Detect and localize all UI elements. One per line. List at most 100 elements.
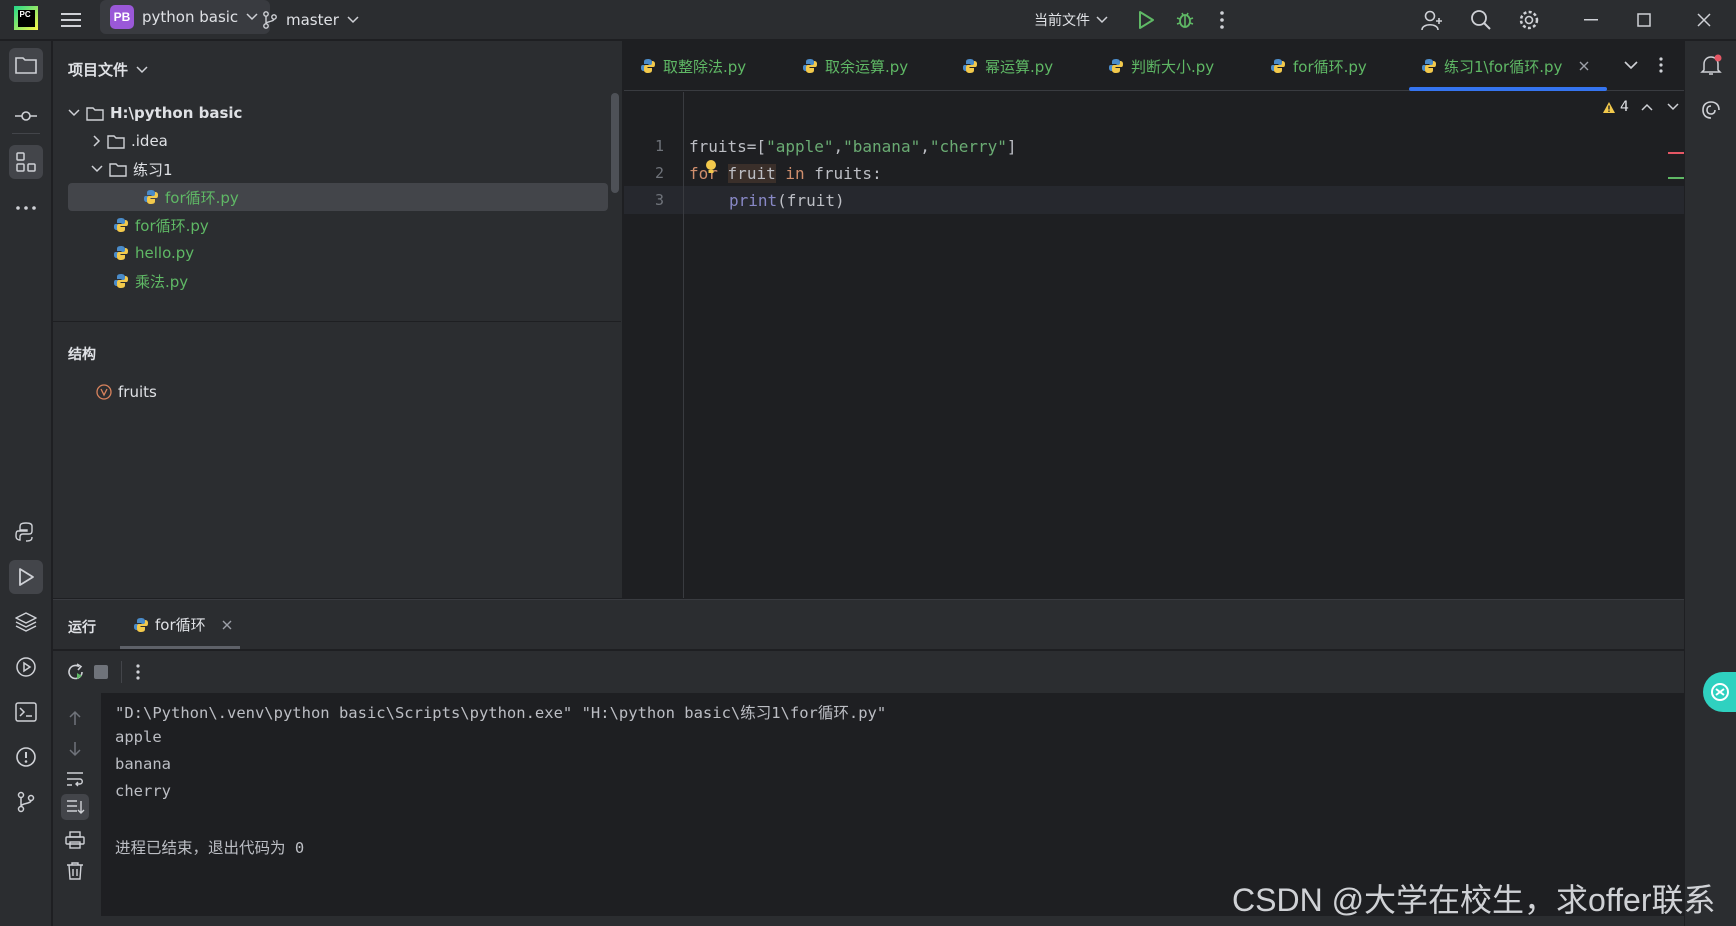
chevron-up-icon[interactable] (1641, 103, 1653, 111)
code-token: "apple" (766, 137, 834, 156)
notifications-icon[interactable] (1694, 48, 1728, 82)
chevron-down-icon (1096, 16, 1108, 24)
code-line-1[interactable]: fruits=["apple","banana","cherry"] (689, 137, 1017, 156)
tree-item-lianxi1[interactable]: 练习1 (91, 155, 173, 183)
tree-item-label: for循环.py (165, 188, 239, 207)
chevron-down-icon[interactable] (1667, 103, 1679, 111)
editor-tab-lianxi1-for-loop[interactable]: 练习1\for循环.py (1421, 41, 1589, 91)
tree-item-multiply[interactable]: 乘法.py (113, 267, 188, 295)
python-file-icon (113, 217, 129, 233)
run-icon[interactable] (1130, 4, 1162, 36)
maximize-icon[interactable] (1628, 4, 1660, 36)
tree-item-for-loop[interactable]: for循环.py (113, 211, 209, 239)
structure-panel-title: 结构 (68, 347, 96, 363)
run-tab[interactable]: for循环 (133, 614, 232, 635)
tree-scrollbar[interactable] (611, 93, 619, 193)
run-tool-icon[interactable] (9, 560, 43, 594)
tree-item-idea[interactable]: .idea (93, 127, 168, 155)
soft-wrap-icon[interactable] (65, 771, 85, 787)
close-run-tab-icon[interactable] (222, 620, 232, 630)
code-token: "cherry" (929, 137, 1007, 156)
search-icon[interactable] (1465, 4, 1497, 36)
main-menu-icon[interactable] (55, 4, 87, 36)
layers-icon[interactable] (9, 605, 43, 639)
run-more-icon[interactable] (136, 664, 140, 680)
scroll-up-icon[interactable] (68, 710, 82, 726)
rerun-icon[interactable] (66, 662, 86, 682)
editor-tab-power[interactable]: 幂运算.py (962, 41, 1053, 91)
git-icon[interactable] (9, 785, 43, 819)
python-file-icon (802, 58, 818, 74)
add-user-icon[interactable] (1416, 4, 1448, 36)
line-number: 2 (654, 164, 664, 182)
python-file-icon (962, 58, 978, 74)
lightbulb-icon[interactable] (704, 159, 718, 175)
tab-label: 练习1\for循环.py (1444, 57, 1563, 76)
python-file-icon (1421, 58, 1437, 74)
more-tools-icon[interactable] (9, 191, 43, 225)
problems-icon[interactable] (9, 740, 43, 774)
tab-list-chevron-icon[interactable] (1624, 61, 1638, 70)
folder-icon (86, 106, 104, 121)
project-panel-header[interactable]: 项目文件 (68, 59, 148, 80)
floating-assistant-icon[interactable] (1703, 672, 1736, 712)
watermark: CSDN @大学在校生，求offer联系 (1232, 882, 1716, 918)
clear-trash-icon[interactable] (66, 861, 84, 881)
editor-tab-floor-division[interactable]: 取整除法.py (640, 41, 746, 91)
panel-divider[interactable] (53, 321, 621, 322)
tree-item-lianxi1-for-loop[interactable]: for循环.py (68, 183, 608, 211)
project-widget[interactable]: PB python basic (100, 0, 271, 34)
run-panel-header: 运行 for循环 (53, 600, 1684, 650)
inspection-widget[interactable]: 4 (1602, 99, 1679, 115)
tree-item-label: .idea (131, 132, 168, 150)
editor-tab-modulo[interactable]: 取余运算.py (802, 41, 908, 91)
change-stripe-marker[interactable] (1668, 177, 1684, 179)
python-console-icon[interactable] (9, 515, 43, 549)
run-tab-label: for循环 (155, 616, 206, 634)
branch-widget[interactable]: master (262, 0, 359, 40)
close-window-icon[interactable] (1688, 4, 1720, 36)
tree-item-hello[interactable]: hello.py (113, 239, 194, 267)
terminal-icon[interactable] (9, 695, 43, 729)
minimize-icon[interactable] (1575, 4, 1607, 36)
console-line: "D:\Python\.venv\python basic\Scripts\py… (115, 704, 887, 722)
close-tab-icon[interactable] (1579, 61, 1589, 71)
print-icon[interactable] (65, 831, 85, 849)
line-number-gutter[interactable]: 1 2 3 (624, 92, 684, 598)
line-number: 1 (654, 137, 664, 155)
structure-item-label: fruits (118, 383, 157, 401)
scroll-to-end-icon[interactable] (61, 794, 89, 820)
scroll-down-icon[interactable] (68, 741, 82, 757)
project-tool-icon[interactable] (9, 48, 43, 82)
warning-icon (1602, 101, 1616, 114)
python-file-icon (113, 245, 129, 261)
structure-item-fruits[interactable]: fruits (96, 378, 157, 406)
right-tool-strip (1684, 41, 1736, 926)
ai-assistant-icon[interactable] (1694, 93, 1728, 127)
tab-options-icon[interactable] (1659, 57, 1663, 73)
chevron-down-icon (136, 65, 148, 74)
code-token: fruits: (814, 164, 882, 183)
warning-count: 4 (1620, 99, 1629, 115)
tab-label: 取余运算.py (825, 57, 909, 76)
more-actions-icon[interactable] (1206, 4, 1238, 36)
services-icon[interactable] (9, 650, 43, 684)
editor-tab-bar: 取整除法.py 取余运算.py 幂运算.py 判断大小.py for循环.py … (624, 41, 1684, 91)
console-line: banana (115, 755, 171, 773)
tree-item-root[interactable]: H:\python basic (68, 99, 242, 127)
settings-gear-icon[interactable] (1513, 4, 1545, 36)
active-tab-indicator (1409, 87, 1607, 91)
toolbar-divider (121, 661, 122, 683)
python-file-icon (113, 273, 129, 289)
error-stripe-marker[interactable] (1668, 152, 1684, 154)
code-token: fruit (727, 164, 776, 183)
run-config-selector[interactable]: 当前文件 (1034, 0, 1108, 40)
structure-tool-icon[interactable] (9, 145, 43, 179)
stop-icon[interactable] (94, 665, 108, 679)
run-tab-indicator (120, 646, 240, 649)
code-line-3[interactable]: print(fruit) (729, 191, 845, 210)
editor-tab-compare[interactable]: 判断大小.py (1108, 41, 1214, 91)
debug-icon[interactable] (1169, 4, 1201, 36)
editor-tab-for-loop[interactable]: for循环.py (1270, 41, 1367, 91)
commit-tool-icon[interactable] (9, 99, 43, 133)
